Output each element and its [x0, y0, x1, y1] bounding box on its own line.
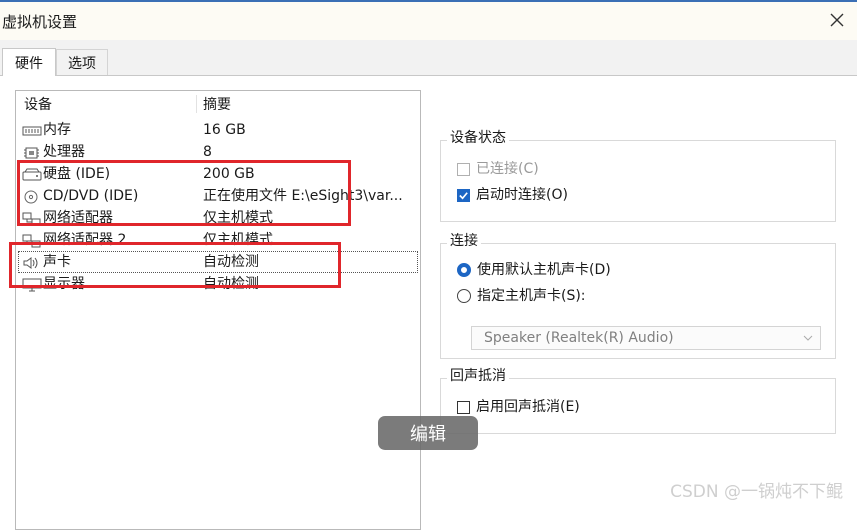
checkbox-box — [457, 400, 470, 414]
connection-group: 连接 使用默认主机声卡(D) 指定主机声卡(S): Speaker (Realt… — [440, 230, 836, 359]
watermark: CSDN @一锅炖不下鲲 — [670, 482, 843, 502]
processor-icon — [22, 145, 42, 159]
use-default-sound-card-radio[interactable]: 使用默认主机声卡(D) — [457, 260, 611, 280]
specify-sound-card-label: 指定主机声卡(S): — [477, 288, 586, 304]
device-list[interactable]: 设备 摘要 内存 16 GB 处理器 8 硬盘 (IDE) 200 GB CD/… — [15, 90, 421, 530]
close-icon — [830, 13, 844, 27]
device-status-group: 设备状态 已连接(C) 启动时连接(O) — [440, 127, 836, 222]
annotation-box-network — [9, 242, 341, 288]
sound-card-select-value: Speaker (Realtek(R) Audio) — [484, 330, 674, 346]
chevron-down-icon — [803, 335, 813, 341]
radio-dot — [457, 289, 471, 303]
title-bar: 虚拟机设置 — [0, 0, 857, 40]
sound-card-select[interactable]: Speaker (Realtek(R) Audio) — [471, 326, 821, 350]
tab-hardware[interactable]: 硬件 — [2, 48, 56, 76]
specify-sound-card-radio[interactable]: 指定主机声卡(S): — [457, 286, 586, 306]
connect-at-power-on-label: 启动时连接(O) — [476, 187, 568, 203]
column-header-device[interactable]: 设备 — [24, 95, 52, 115]
connected-checkbox[interactable]: 已连接(C) — [457, 159, 539, 179]
connected-label: 已连接(C) — [476, 161, 539, 177]
connect-at-power-on-checkbox[interactable]: 启动时连接(O) — [457, 185, 568, 205]
column-header-summary[interactable]: 摘要 — [203, 95, 231, 115]
window-title: 虚拟机设置 — [2, 13, 78, 31]
device-summary: 16 GB — [203, 122, 246, 138]
echo-cancellation-title: 回声抵消 — [447, 365, 509, 385]
enable-echo-cancellation-label: 启用回声抵消(E) — [476, 399, 580, 415]
connection-title: 连接 — [447, 230, 481, 250]
edit-button[interactable]: 编辑 — [378, 416, 478, 450]
annotation-box-storage — [17, 160, 351, 226]
checkmark-icon — [457, 188, 470, 202]
device-name: 内存 — [43, 122, 71, 138]
tab-options[interactable]: 选项 — [56, 49, 108, 75]
use-default-sound-card-label: 使用默认主机声卡(D) — [477, 262, 611, 278]
close-button[interactable] — [825, 7, 849, 33]
enable-echo-cancellation-checkbox[interactable]: 启用回声抵消(E) — [457, 397, 580, 417]
device-status-title: 设备状态 — [447, 127, 509, 147]
memory-icon — [22, 123, 42, 137]
column-separator[interactable] — [196, 95, 197, 113]
echo-cancellation-group: 回声抵消 启用回声抵消(E) — [440, 365, 836, 434]
device-row-memory[interactable]: 内存 16 GB — [18, 119, 418, 141]
checkbox-box — [457, 162, 470, 176]
radio-dot — [457, 263, 471, 277]
